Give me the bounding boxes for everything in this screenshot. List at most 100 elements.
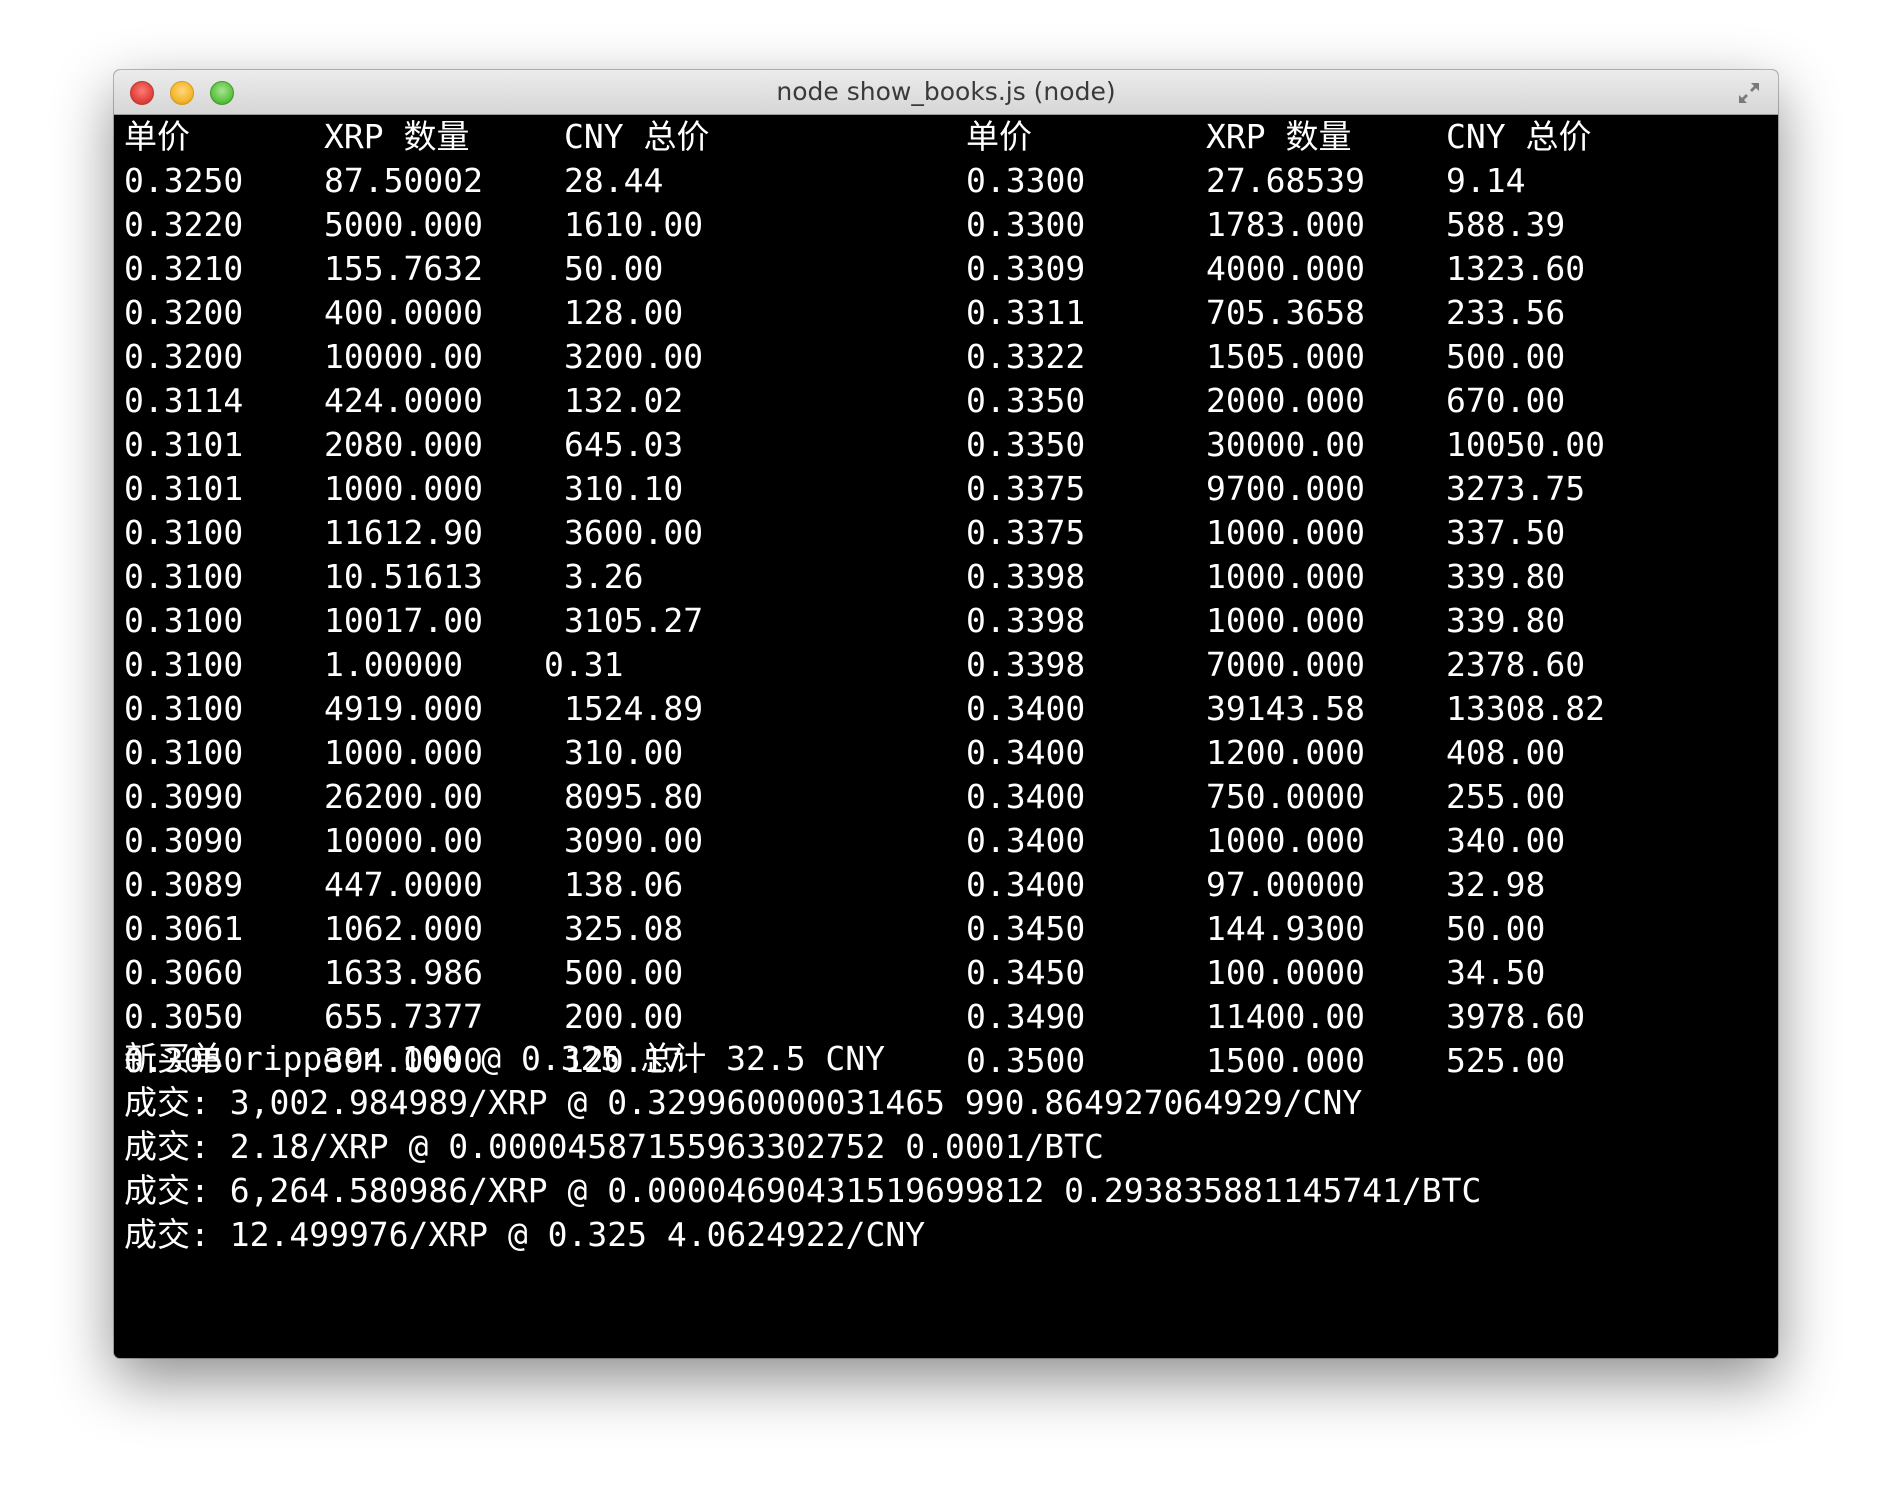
orderbook-row: 0.3090 10000.00 3090.00 0.3400 1000.000 340.0…	[114, 819, 1778, 863]
ask-price: 0.3311	[966, 293, 1086, 332]
orderbook-row: 0.3060 1633.986 500.00 0.3450 100.0000 34.50	[114, 951, 1778, 995]
trade-line: 成交: 12.499976/XRP @ 0.325 4.0624922/CNY	[124, 1215, 926, 1254]
ask-total: 339.80	[1446, 557, 1566, 596]
ask-total: 9.14	[1446, 161, 1526, 200]
ask-amount: 750.0000	[1206, 777, 1365, 816]
title-bar[interactable]: node show_books.js (node)	[114, 70, 1778, 115]
window-title: node show_books.js (node)	[776, 77, 1116, 106]
bid-total: 3600.00	[564, 513, 704, 552]
ask-price: 0.3400	[966, 689, 1086, 728]
bid-amount: 10017.00	[324, 601, 483, 640]
bid-price: 0.3090	[124, 821, 244, 860]
ask-amount-header: XRP 数量	[1206, 117, 1352, 156]
ask-amount: 4000.000	[1206, 249, 1365, 288]
trade-line: 成交: 6,264.580986/XRP @ 0.000046904315196…	[124, 1171, 1482, 1210]
orderbook-row: 0.3101 1000.000 310.10 0.3375 9700.000 3273.7…	[114, 467, 1778, 511]
ask-price: 0.3375	[966, 513, 1086, 552]
ask-price: 0.3300	[966, 205, 1086, 244]
ask-price: 0.3350	[966, 425, 1086, 464]
ask-amount: 27.68539	[1206, 161, 1365, 200]
ask-amount: 144.9300	[1206, 909, 1365, 948]
orderbook-row: 0.3210 155.7632 50.00 0.3309 4000.000 1323.60	[114, 247, 1778, 291]
bid-price: 0.3100	[124, 601, 244, 640]
new-buy-order-line: 新买单 rippecn 100 @ 0.325 总计 32.5 CNY	[124, 1039, 886, 1078]
orderbook-row: 0.3100 1.00000 0.31 0.3398 7000.000 2378.60	[114, 643, 1778, 687]
ask-total: 2378.60	[1446, 645, 1586, 684]
bid-total: 8095.80	[564, 777, 704, 816]
ask-price: 0.3400	[966, 821, 1086, 860]
ask-total: 588.39	[1446, 205, 1566, 244]
ask-amount: 1000.000	[1206, 513, 1365, 552]
ask-total: 670.00	[1446, 381, 1566, 420]
bid-total: 132.02	[564, 381, 684, 420]
ask-total: 337.50	[1446, 513, 1566, 552]
trade-line: 成交: 3,002.984989/XRP @ 0.329960000031465…	[124, 1083, 1363, 1122]
fullscreen-icon[interactable]	[1736, 80, 1762, 106]
bid-amount: 1633.986	[324, 953, 483, 992]
orderbook-row: 0.3090 26200.00 8095.80 0.3400 750.0000 255.0…	[114, 775, 1778, 819]
bid-price: 0.3220	[124, 205, 244, 244]
orderbook-row: 0.3200 400.0000 128.00 0.3311 705.3658 233.56	[114, 291, 1778, 335]
bid-amount: 155.7632	[324, 249, 483, 288]
orderbook-header-row: 单价 XRP 数量 CNY 总价 单价 XRP 数量 CNY 总价	[114, 115, 1778, 159]
ask-price: 0.3450	[966, 909, 1086, 948]
trade-line: 成交: 2.18/XRP @ 0.00004587155963302752 0.…	[124, 1127, 1104, 1166]
ask-amount: 2000.000	[1206, 381, 1365, 420]
ask-price: 0.3398	[966, 645, 1086, 684]
ask-amount: 1000.000	[1206, 821, 1365, 860]
bid-amount: 1000.000	[324, 733, 483, 772]
bid-amount: 1.00000	[324, 645, 464, 684]
ask-amount: 1500.000	[1206, 1041, 1365, 1080]
ask-price: 0.3300	[966, 161, 1086, 200]
bid-amount: 447.0000	[324, 865, 483, 904]
bid-price: 0.3090	[124, 777, 244, 816]
bid-total: 50.00	[564, 249, 664, 288]
bid-total: 200.00	[564, 997, 684, 1036]
ask-amount: 1000.000	[1206, 557, 1365, 596]
ask-amount: 11400.00	[1206, 997, 1365, 1036]
ask-total: 50.00	[1446, 909, 1546, 948]
bid-total: 310.10	[564, 469, 684, 508]
bid-total: 3105.27	[564, 601, 704, 640]
bid-amount-header: XRP 数量	[324, 117, 470, 156]
orderbook-row: 0.3101 2080.000 645.03 0.3350 30000.00 10050.…	[114, 423, 1778, 467]
bid-price: 0.3200	[124, 337, 244, 376]
bid-price: 0.3101	[124, 425, 244, 464]
bid-total: 1524.89	[564, 689, 704, 728]
orderbook-row: 0.3050 655.7377 200.00 0.3490 11400.00 3978.6…	[114, 995, 1778, 1039]
ask-amount: 30000.00	[1206, 425, 1365, 464]
ask-price: 0.3500	[966, 1041, 1086, 1080]
terminal-output[interactable]: 单价 XRP 数量 CNY 总价 单价 XRP 数量 CNY 总价 0.3250…	[114, 115, 1778, 1358]
bid-price: 0.3089	[124, 865, 244, 904]
orderbook-row: 0.3061 1062.000 325.08 0.3450 144.9300 50.00	[114, 907, 1778, 951]
terminal-window: node show_books.js (node) 单价 XRP 数量 CNY …	[114, 70, 1778, 1358]
ask-price: 0.3400	[966, 733, 1086, 772]
ask-price: 0.3400	[966, 777, 1086, 816]
bid-total: 0.31	[544, 645, 624, 684]
bid-price-header: 单价	[124, 117, 190, 156]
bid-amount: 5000.000	[324, 205, 483, 244]
bid-price: 0.3101	[124, 469, 244, 508]
bid-total-header: CNY 总价	[564, 117, 710, 156]
ask-amount: 1200.000	[1206, 733, 1365, 772]
bid-price: 0.3200	[124, 293, 244, 332]
ask-price: 0.3398	[966, 557, 1086, 596]
bid-amount: 10000.00	[324, 821, 483, 860]
bid-price: 0.3100	[124, 733, 244, 772]
bid-amount: 424.0000	[324, 381, 483, 420]
bid-price: 0.3100	[124, 689, 244, 728]
bid-price: 0.3060	[124, 953, 244, 992]
ask-price: 0.3400	[966, 865, 1086, 904]
bid-total: 645.03	[564, 425, 684, 464]
bid-amount: 87.50002	[324, 161, 483, 200]
orderbook-row: 0.3100 11612.90 3600.00 0.3375 1000.000 337.5…	[114, 511, 1778, 555]
bid-amount: 11612.90	[324, 513, 483, 552]
orderbook-row: 0.3250 87.50002 28.44 0.3300 27.68539 9.14	[114, 159, 1778, 203]
ask-price: 0.3322	[966, 337, 1086, 376]
bid-price: 0.3210	[124, 249, 244, 288]
orderbook-row: 0.3220 5000.000 1610.00 0.3300 1783.000 588.3…	[114, 203, 1778, 247]
bid-total: 138.06	[564, 865, 684, 904]
bid-total: 500.00	[564, 953, 684, 992]
ask-total: 1323.60	[1446, 249, 1586, 288]
bid-amount: 10000.00	[324, 337, 483, 376]
